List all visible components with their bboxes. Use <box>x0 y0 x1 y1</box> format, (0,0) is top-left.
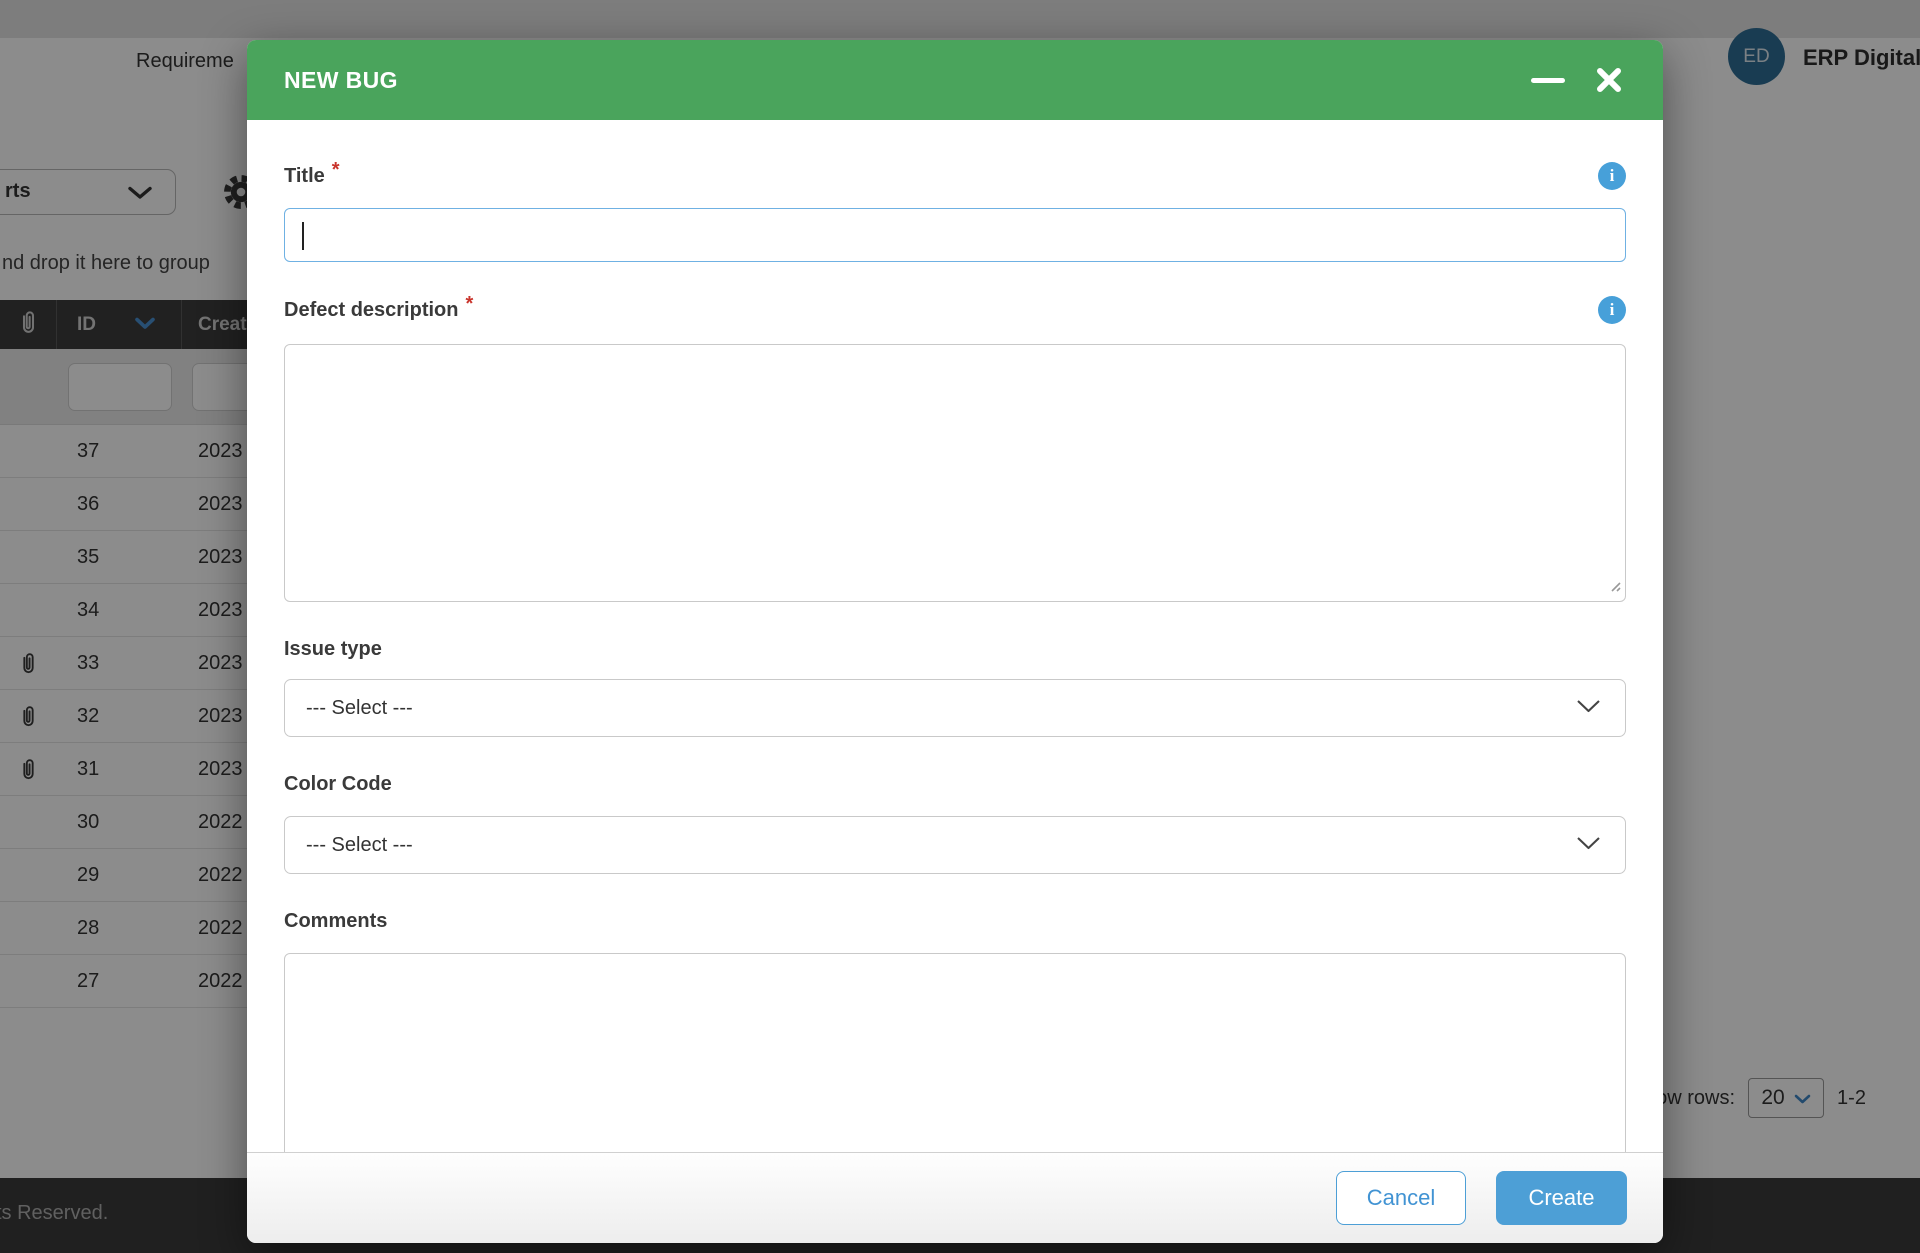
modal-footer: Cancel Create <box>247 1152 1663 1243</box>
minimize-button[interactable] <box>1531 78 1565 83</box>
close-icon[interactable] <box>1595 66 1623 94</box>
chevron-down-icon <box>1576 836 1601 855</box>
title-input[interactable] <box>284 208 1626 262</box>
color-code-label: Color Code <box>284 770 1626 798</box>
new-bug-modal: NEW BUG Title* i Defect description* <box>247 40 1663 1243</box>
title-label: Title* <box>284 165 340 188</box>
color-code-selected-value: --- Select --- <box>306 834 413 857</box>
modal-header: NEW BUG <box>247 40 1663 120</box>
chevron-down-icon <box>1576 699 1601 718</box>
text-cursor <box>302 222 304 250</box>
color-code-select[interactable]: --- Select --- <box>284 816 1626 874</box>
issue-type-select[interactable]: --- Select --- <box>284 679 1626 737</box>
create-button[interactable]: Create <box>1496 1171 1627 1225</box>
required-asterisk: * <box>465 293 473 315</box>
issue-type-label: Issue type <box>284 635 1626 663</box>
modal-title: NEW BUG <box>284 67 398 94</box>
description-label-row: Defect description* i <box>284 296 1626 324</box>
comments-label: Comments <box>284 907 1626 935</box>
resize-handle-icon[interactable] <box>1607 578 1622 598</box>
description-label: Defect description* <box>284 299 473 322</box>
info-icon[interactable]: i <box>1598 162 1626 190</box>
cancel-button[interactable]: Cancel <box>1336 1171 1466 1225</box>
title-label-row: Title* i <box>284 162 1626 190</box>
required-asterisk: * <box>332 159 340 181</box>
modal-body: Title* i Defect description* i Issue typ… <box>247 120 1663 1243</box>
issue-type-selected-value: --- Select --- <box>306 697 413 720</box>
description-textarea[interactable] <box>284 344 1626 602</box>
info-icon[interactable]: i <box>1598 296 1626 324</box>
screen: Requireme ED ERP Digital T rts nd drop i… <box>0 0 1920 1253</box>
